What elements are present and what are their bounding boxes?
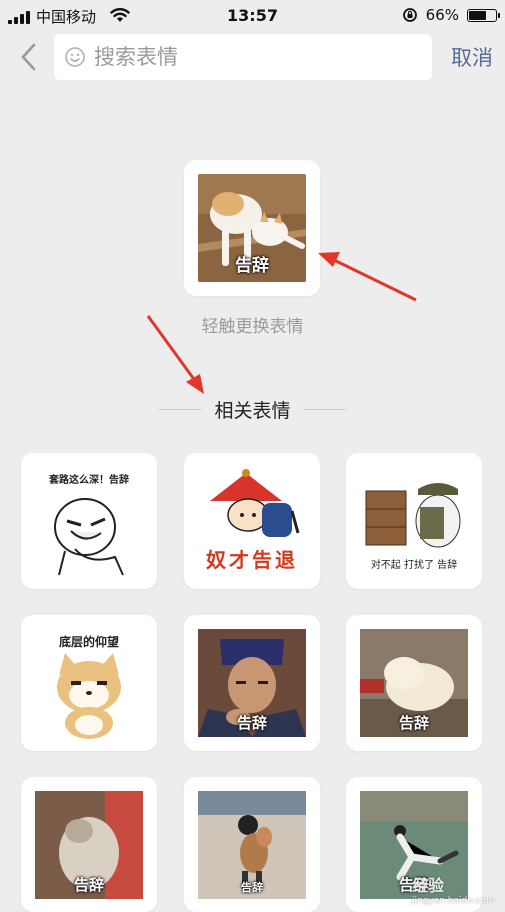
sticker-card[interactable]: 奴才告退 xyxy=(184,453,320,589)
sticker-caption: 奴才告退 xyxy=(206,548,298,572)
sticker-card[interactable]: 告辞 xyxy=(346,615,482,751)
divider-right xyxy=(302,409,347,410)
watermark-url: jingyan.baidu.com xyxy=(411,896,495,906)
fluffy-dog-image: 告辞 xyxy=(360,629,468,737)
watermark-logo: 经验 xyxy=(411,876,444,895)
battery-icon xyxy=(467,8,500,22)
cancel-button[interactable]: 取消 xyxy=(451,42,493,72)
search-box[interactable] xyxy=(54,34,432,80)
sticker-caption: 告辞 xyxy=(235,256,269,276)
related-stickers-heading: 相关表情 xyxy=(0,396,505,423)
sticker-card[interactable]: 告辞 xyxy=(184,615,320,751)
section-title: 相关表情 xyxy=(214,400,291,422)
penguin-soldier-image xyxy=(365,483,461,548)
sticker-card[interactable]: 告辞 xyxy=(21,777,157,912)
change-sticker-hint: 轻触更换表情 xyxy=(201,317,304,337)
sticker-card[interactable]: 对不起 打扰了 告辞 xyxy=(346,453,482,589)
arrow-to-sticker xyxy=(318,252,417,302)
sticker-card[interactable]: 套路这么深！告辞 xyxy=(21,453,157,589)
search-row: 取消 xyxy=(0,34,505,80)
actor-gif-image: 告辞 xyxy=(198,629,306,737)
qing-official-image xyxy=(210,469,300,537)
kid-with-toy-image: 告辞 xyxy=(198,791,306,899)
shiba-dog-image xyxy=(57,653,121,739)
search-input[interactable] xyxy=(92,44,416,70)
sticker-card[interactable]: 底层的仰望 xyxy=(21,615,157,751)
back-icon[interactable] xyxy=(16,42,42,72)
battery-percent: 66% xyxy=(425,6,459,24)
sticker-text: 套路这么深！告辞 xyxy=(49,475,129,486)
sticker-caption: 告辞 xyxy=(236,714,267,732)
watermark: 经验 jingyan.baidu.com xyxy=(412,872,495,906)
cat-gif-image: 告辞 xyxy=(35,791,143,899)
sticker-caption: 告辞 xyxy=(398,714,429,732)
emoji-icon xyxy=(65,47,85,67)
sticker-caption: 告辞 xyxy=(73,876,104,894)
sticker-text: 对不起 打扰了 告辞 xyxy=(370,560,458,571)
sticker-card[interactable]: 告辞 xyxy=(184,777,320,912)
sticker-caption: 告辞 xyxy=(241,881,263,894)
rotation-lock-icon xyxy=(402,8,417,22)
cat-sticker-image: 告辞 xyxy=(198,174,306,282)
sticker-text: 底层的仰望 xyxy=(58,635,119,649)
meme-face-image xyxy=(54,498,124,576)
selected-sticker[interactable]: 告辞 xyxy=(184,160,320,296)
status-bar: 中国移动 13:57 66% xyxy=(0,0,505,32)
battery-fill xyxy=(469,10,487,20)
divider-left xyxy=(158,409,203,410)
